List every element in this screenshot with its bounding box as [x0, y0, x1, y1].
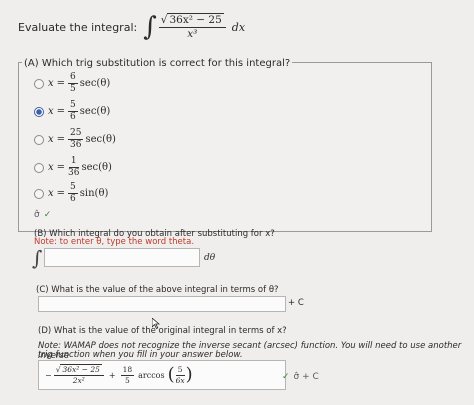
answer-term1-numerator: 36x² − 25: [60, 364, 102, 374]
part-c-question: (C) What is the value of the above integ…: [36, 285, 279, 295]
plus-c-suffix: + C: [302, 372, 319, 382]
answer-term2-numerator: 18: [120, 365, 135, 376]
part-b-answer-input[interactable]: [44, 248, 200, 267]
part-c-answer-input[interactable]: [38, 296, 286, 312]
option-numerator: 6: [68, 72, 78, 84]
option-variable: x: [48, 106, 54, 117]
part-d-status: ✓ σ̂ + C: [282, 372, 319, 382]
integrand-denominator: x³: [187, 28, 198, 40]
dtheta-suffix: dθ: [204, 253, 216, 263]
plus-sign: +: [108, 370, 116, 380]
minus-sign: −: [45, 370, 52, 380]
option-variable: x: [48, 162, 54, 173]
part-d-answer-input[interactable]: − √ 36x² − 25 2x² + 18 5 arccos ( 5 6x ): [38, 360, 286, 390]
part-b-note: Note: to enter θ, type the word theta.: [34, 237, 195, 247]
arccos-function: arccos: [138, 370, 165, 380]
option-a-4[interactable]: x = 1 36 sec(θ): [34, 157, 112, 178]
option-a-2[interactable]: x = 56 sec(θ): [34, 101, 110, 122]
differential-dx: dx: [231, 20, 246, 34]
option-numerator: 25: [68, 128, 84, 140]
option-denominator: 5: [70, 84, 76, 94]
option-a-1[interactable]: x = 65 sec(θ): [34, 73, 110, 94]
option-function: sec(θ): [79, 78, 111, 89]
option-variable: x: [48, 188, 54, 199]
option-a-5[interactable]: x = 56 sin(θ): [34, 183, 108, 204]
plus-c-suffix: + C: [288, 298, 304, 308]
radio-button-selected[interactable]: [34, 106, 44, 117]
option-denominator: 6: [70, 194, 76, 204]
radio-button[interactable]: [34, 78, 44, 89]
option-variable: x: [48, 78, 54, 89]
right-paren: ): [185, 364, 193, 385]
integrand-fraction: √ 36x² − 25 x³: [158, 12, 226, 40]
evaluate-label: Evaluate the integral:: [18, 20, 138, 34]
answer-term1-denominator: 2x²: [72, 375, 85, 385]
option-variable: x: [48, 134, 54, 145]
equals-sign: =: [56, 134, 66, 145]
check-mark-icon: ✓: [282, 372, 290, 382]
radio-button[interactable]: [34, 134, 44, 145]
integral-prompt: Evaluate the integral: ∫ √ 36x² − 25 x³ d…: [18, 12, 246, 42]
part-d-question: (D) What is the value of the original in…: [38, 326, 287, 336]
integral-sign: ∫: [32, 246, 43, 270]
arccos-arg-numerator: 5: [175, 365, 185, 376]
integral-sign: ∫: [143, 12, 157, 42]
integrand-numerator: 36x² − 25: [167, 12, 224, 26]
part-d-note-line-2: trig function when you fill in your answ…: [38, 350, 243, 360]
radio-button[interactable]: [34, 188, 44, 199]
option-function: sin(θ): [79, 188, 109, 199]
left-paren: (: [167, 364, 175, 385]
option-denominator: 36: [68, 168, 80, 178]
equals-sign: =: [56, 106, 66, 117]
equals-sign: =: [56, 78, 66, 89]
part-a-status: σ̂ ✓: [34, 210, 51, 220]
option-numerator: 5: [68, 182, 78, 194]
option-denominator: 36: [70, 140, 82, 150]
option-function: sec(θ): [79, 106, 111, 117]
option-function: sec(θ): [85, 134, 116, 145]
arccos-arg-denominator: 6x: [175, 375, 185, 385]
option-numerator: 5: [68, 100, 78, 112]
option-numerator: 1: [68, 156, 79, 168]
check-mark-icon: ✓: [43, 210, 52, 220]
option-function: sec(θ): [81, 162, 112, 173]
answer-term2-denominator: 5: [124, 375, 130, 385]
retry-icon[interactable]: σ̂: [34, 210, 40, 220]
option-denominator: 6: [70, 112, 76, 122]
equals-sign: =: [56, 188, 66, 199]
option-a-3[interactable]: x = 25 36 sec(θ): [34, 129, 116, 150]
radio-button[interactable]: [34, 162, 44, 173]
equals-sign: =: [56, 162, 66, 173]
part-a-question: (A) Which trig substitution is correct f…: [22, 58, 293, 69]
retry-icon[interactable]: σ̂: [294, 372, 300, 382]
